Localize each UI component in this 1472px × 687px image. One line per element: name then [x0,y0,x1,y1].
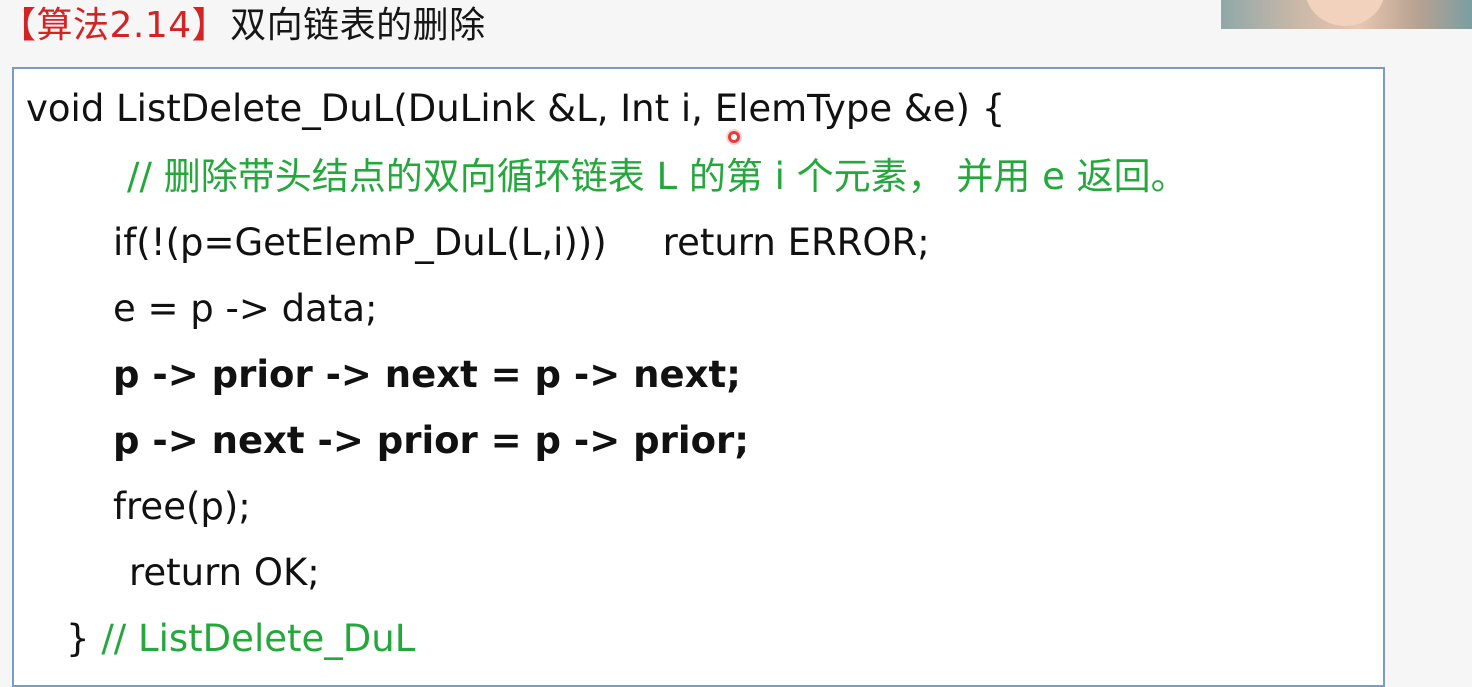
algorithm-number: 【算法2.14】 [0,5,229,46]
code-line-data: e = p -> data; [113,287,378,330]
if-condition: if(!(p=GetElemP_DuL(L,i))) [113,221,607,264]
cursor-dot-icon [728,131,740,143]
code-line-next-prior: p -> next -> prior = p -> prior; [113,419,750,462]
presenter-webcam [1221,0,1472,29]
title-text: 双向链表的删除 [230,5,486,46]
return-error: return ERROR; [662,221,930,264]
closing-brace: } [66,617,90,660]
code-line-free: free(p); [113,485,251,528]
code-line-if-return: if(!(p=GetElemP_DuL(L,i))) return ERROR; [113,220,930,266]
code-line-function-header: void ListDelete_DuL(DuLink &L, Int i, El… [26,87,1006,130]
slide-title: 【算法2.14】 双向链表的删除 [0,0,486,52]
code-line-prior-next: p -> prior -> next = p -> next; [113,353,741,396]
code-line-return-ok: return OK; [129,551,320,594]
code-line-comment: // 删除带头结点的双向循环链表 L 的第 i 个元素， 并用 e 返回。 [127,155,1188,198]
closing-comment: // ListDelete_DuL [101,617,416,660]
code-line-closing: } // ListDelete_DuL [66,616,415,662]
webcam-face [1305,0,1385,26]
